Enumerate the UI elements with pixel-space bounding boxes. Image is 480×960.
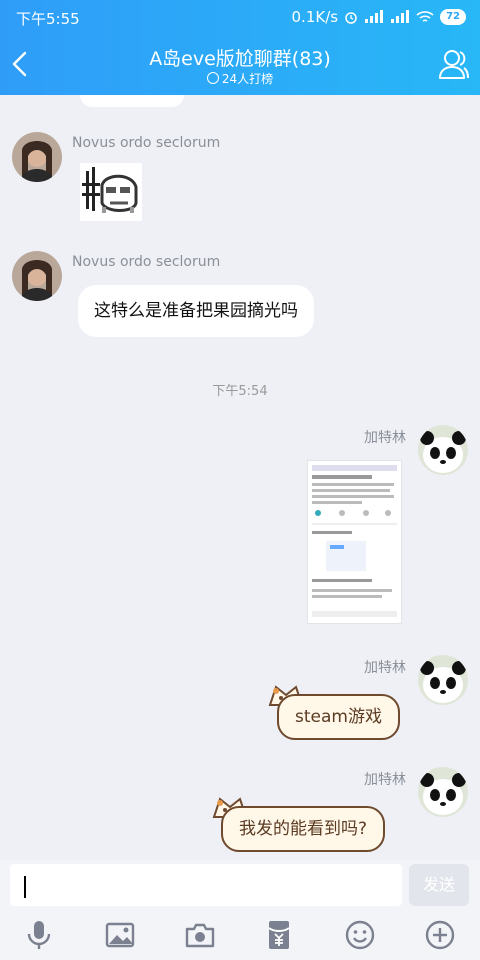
sender-name: 加特林 xyxy=(364,430,406,446)
signal-icon xyxy=(365,10,384,23)
clock-icon xyxy=(206,72,219,84)
image-icon[interactable] xyxy=(104,919,136,951)
status-bar: 下午5:55 0.1K/s 72 xyxy=(0,0,480,34)
message-bubble[interactable]: steam游戏 xyxy=(277,694,400,740)
input-bar: 发送 xyxy=(0,860,480,910)
group-title[interactable]: A岛eve版尬聊群(83) xyxy=(0,44,480,71)
mic-icon[interactable] xyxy=(23,919,55,951)
avatar[interactable] xyxy=(418,767,468,817)
sender-name: Novus ordo seclorum xyxy=(72,254,221,270)
battery-level: 72 xyxy=(440,9,466,25)
avatar[interactable] xyxy=(12,251,62,301)
avatar[interactable] xyxy=(12,132,62,182)
message-input[interactable] xyxy=(10,864,402,906)
sender-name: Novus ordo seclorum xyxy=(72,135,221,151)
alarm-icon xyxy=(345,12,357,24)
message-timestamp: 下午5:54 xyxy=(212,384,268,399)
group-members-icon[interactable] xyxy=(438,47,470,81)
network-speed: 0.1K/s xyxy=(291,8,339,26)
emoji-icon[interactable] xyxy=(344,919,376,951)
red-packet-icon[interactable] xyxy=(263,919,295,951)
sender-name: 加特林 xyxy=(364,772,406,788)
wifi-icon xyxy=(416,11,434,22)
message-bubble[interactable]: 我发的能看到吗? xyxy=(221,806,386,852)
camera-icon[interactable] xyxy=(184,919,216,951)
sticker-image[interactable] xyxy=(80,163,142,221)
group-subtitle[interactable]: 24人打榜 xyxy=(0,70,480,87)
shared-image[interactable] xyxy=(307,460,402,624)
previous-message-bubble[interactable] xyxy=(80,95,184,107)
title-bar: A岛eve版尬聊群(83) 24人打榜 xyxy=(0,34,480,95)
avatar[interactable] xyxy=(418,425,468,475)
status-right: 0.1K/s 72 xyxy=(292,8,466,26)
status-time: 下午5:55 xyxy=(16,10,80,28)
signal-icon-2 xyxy=(391,10,410,23)
plus-icon[interactable] xyxy=(424,919,456,951)
sender-name: 加特林 xyxy=(364,660,406,676)
subtitle-text: 24人打榜 xyxy=(221,72,274,86)
send-button[interactable]: 发送 xyxy=(409,864,469,906)
chat-toolbar xyxy=(0,910,480,960)
text-caret xyxy=(24,876,26,898)
message-bubble[interactable]: 这特么是准备把果园摘光吗 xyxy=(78,285,314,337)
avatar[interactable] xyxy=(418,655,468,705)
chat-area[interactable]: Novus ordo seclorum Novus ordo seclorum … xyxy=(0,95,480,860)
